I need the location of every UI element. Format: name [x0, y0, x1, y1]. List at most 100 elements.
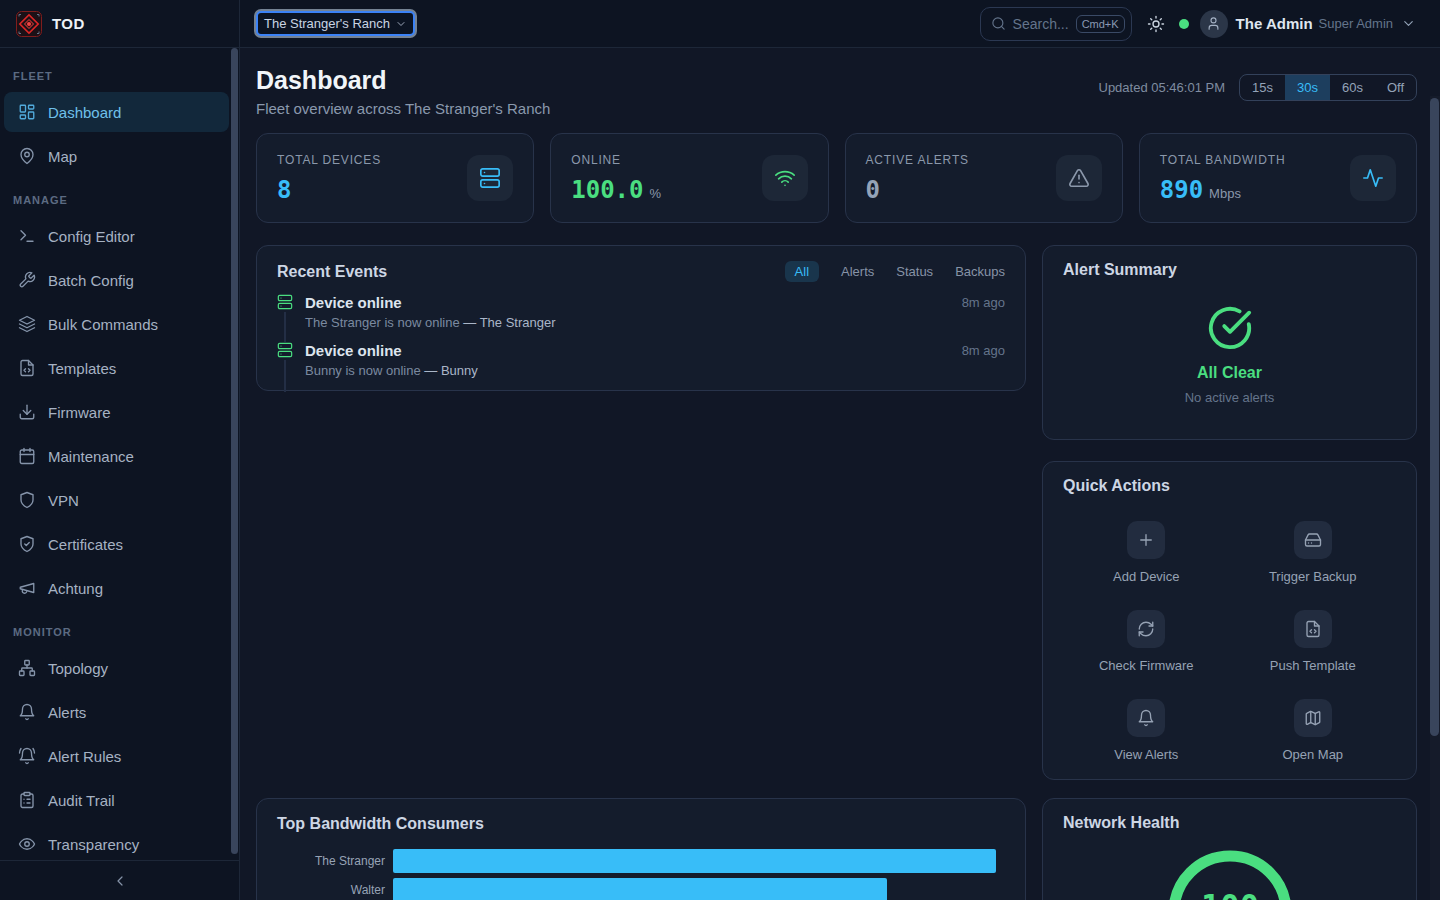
alert-triangle-icon: [1068, 167, 1090, 189]
bell-icon: [18, 703, 36, 721]
open-map-button[interactable]: Open Map: [1282, 699, 1343, 762]
trigger-backup-button[interactable]: Trigger Backup: [1269, 521, 1357, 584]
sidebar-item-topology[interactable]: Topology: [4, 648, 229, 688]
sidebar-item-certificates[interactable]: Certificates: [4, 524, 229, 564]
quick-actions-card: Quick Actions Add Device Trigger Backup: [1042, 461, 1417, 780]
tab-all[interactable]: All: [785, 261, 819, 282]
calendar-icon: [18, 447, 36, 465]
server-icon: [277, 342, 293, 358]
sidebar-scrollbar[interactable]: [231, 48, 238, 854]
bell-icon: [1137, 709, 1155, 727]
file-code-icon: [18, 359, 36, 377]
event-filter-tabs: All Alerts Status Backups: [785, 261, 1005, 282]
layout-dashboard-icon: [18, 103, 36, 121]
search-placeholder: Search...: [1013, 16, 1069, 32]
event-description: The Stranger is now online — The Strange…: [305, 315, 1005, 330]
check-circle-icon: [1207, 305, 1253, 351]
refresh-option-15s[interactable]: 15s: [1240, 75, 1285, 100]
sidebar-item-achtung[interactable]: Achtung: [4, 568, 229, 608]
map-icon: [1304, 709, 1322, 727]
stat-label: TOTAL DEVICES: [277, 153, 381, 167]
sidebar-item-label: Config Editor: [48, 228, 135, 245]
alert-summary-card: Alert Summary All Clear No active alerts: [1042, 245, 1417, 440]
event-title: Device online: [305, 294, 402, 311]
tab-status[interactable]: Status: [896, 264, 933, 279]
recent-events-title: Recent Events: [277, 263, 387, 281]
sidebar-item-templates[interactable]: Templates: [4, 348, 229, 388]
sidebar-item-label: Audit Trail: [48, 792, 115, 809]
stat-cards-row: TOTAL DEVICES 8 ONLINE 100.0 %: [256, 133, 1417, 223]
sidebar-item-map[interactable]: Map: [4, 136, 229, 176]
alert-summary-title: Alert Summary: [1063, 261, 1396, 279]
sidebar-item-maintenance[interactable]: Maintenance: [4, 436, 229, 476]
add-device-button[interactable]: Add Device: [1113, 521, 1179, 584]
page-subtitle: Fleet overview across The Stranger's Ran…: [256, 100, 550, 117]
sidebar-item-dashboard[interactable]: Dashboard: [4, 92, 229, 132]
network-health-gauge: 100: [1043, 799, 1416, 900]
user-role: Super Admin: [1319, 16, 1393, 31]
stat-value: 8: [277, 176, 291, 204]
org-selector[interactable]: The Stranger's Ranch: [256, 11, 415, 36]
sidebar-collapse-button[interactable]: [0, 860, 239, 900]
sidebar-item-transparency[interactable]: Transparency: [4, 824, 229, 860]
search-shortcut-badge: Cmd+K: [1076, 15, 1125, 33]
bandwidth-bar: [393, 878, 887, 900]
bandwidth-row: The Stranger: [277, 846, 1005, 875]
user-icon: [1206, 16, 1221, 31]
stat-label: ONLINE: [571, 153, 661, 167]
sidebar-item-bulk-commands[interactable]: Bulk Commands: [4, 304, 229, 344]
main-scrollbar[interactable]: [1430, 98, 1439, 736]
sun-icon: [1147, 15, 1165, 33]
stat-suffix: %: [650, 186, 662, 201]
stat-value: 0: [866, 176, 880, 204]
tab-backups[interactable]: Backups: [955, 264, 1005, 279]
search-input[interactable]: Search... Cmd+K: [980, 7, 1132, 41]
connection-status-dot: [1179, 19, 1189, 29]
sidebar-item-label: Dashboard: [48, 104, 121, 121]
refresh-option-60s[interactable]: 60s: [1330, 75, 1375, 100]
sidebar-item-config-editor[interactable]: Config Editor: [4, 216, 229, 256]
user-menu-button[interactable]: [1401, 16, 1416, 31]
check-firmware-button[interactable]: Check Firmware: [1099, 610, 1194, 673]
stat-value: 890: [1160, 176, 1203, 204]
stat-card-online: ONLINE 100.0 %: [550, 133, 828, 223]
sidebar-item-batch-config[interactable]: Batch Config: [4, 260, 229, 300]
sidebar-item-label: VPN: [48, 492, 79, 509]
event-row[interactable]: Device online 8m ago The Stranger is now…: [277, 282, 1005, 330]
chevron-left-icon: [112, 873, 128, 889]
bell-ring-icon: [18, 747, 36, 765]
terminal-icon: [18, 227, 36, 245]
sidebar-item-firmware[interactable]: Firmware: [4, 392, 229, 432]
stat-card-total-bandwidth: TOTAL BANDWIDTH 890 Mbps: [1139, 133, 1417, 223]
stat-label: ACTIVE ALERTS: [866, 153, 969, 167]
nav-section-fleet: FLEET: [0, 70, 239, 82]
refresh-interval-control: 15s 30s 60s Off: [1239, 74, 1417, 101]
file-code-icon: [1304, 620, 1322, 638]
push-template-button[interactable]: Push Template: [1270, 610, 1356, 673]
sidebar-item-label: Alerts: [48, 704, 86, 721]
theme-toggle-button[interactable]: [1147, 15, 1165, 33]
page-title: Dashboard: [256, 64, 550, 96]
view-alerts-button[interactable]: View Alerts: [1114, 699, 1178, 762]
alert-status-text: All Clear: [1197, 364, 1262, 382]
stat-label: TOTAL BANDWIDTH: [1160, 153, 1286, 167]
sidebar-item-vpn[interactable]: VPN: [4, 480, 229, 520]
sidebar-item-label: Achtung: [48, 580, 103, 597]
main-content: Dashboard Fleet overview across The Stra…: [240, 48, 1440, 900]
updated-timestamp: Updated 05:46:01 PM: [1099, 80, 1225, 95]
eye-icon: [18, 835, 36, 853]
sidebar-item-audit-trail[interactable]: Audit Trail: [4, 780, 229, 820]
clipboard-list-icon: [18, 791, 36, 809]
refresh-option-off[interactable]: Off: [1375, 75, 1416, 100]
tab-alerts[interactable]: Alerts: [841, 264, 874, 279]
sidebar-item-alerts[interactable]: Alerts: [4, 692, 229, 732]
sidebar-item-alert-rules[interactable]: Alert Rules: [4, 736, 229, 776]
event-row[interactable]: Device online 8m ago Bunny is now online…: [277, 330, 1005, 378]
sidebar-item-label: Alert Rules: [48, 748, 121, 765]
refresh-option-30s[interactable]: 30s: [1285, 75, 1330, 100]
nav-section-monitor: MONITOR: [0, 626, 239, 638]
quick-action-label: View Alerts: [1114, 747, 1178, 762]
user-name: The Admin: [1236, 15, 1313, 32]
sidebar-item-label: Bulk Commands: [48, 316, 158, 333]
avatar[interactable]: [1200, 10, 1228, 38]
